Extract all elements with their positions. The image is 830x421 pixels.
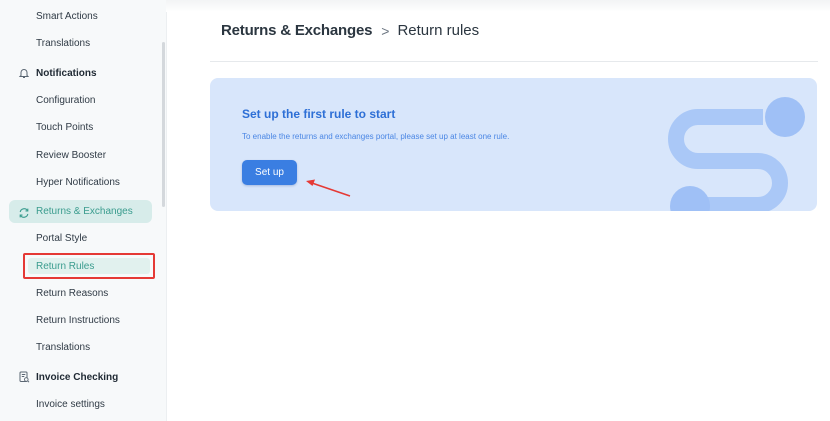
sidebar-item-portal-style[interactable]: Portal Style — [36, 233, 87, 244]
sidebar-section-returns-exchanges[interactable]: Returns & Exchanges — [9, 200, 152, 223]
sidebar-section-label: Notifications — [36, 67, 97, 79]
sidebar-item-review-booster[interactable]: Review Booster — [36, 150, 106, 161]
bell-icon — [18, 67, 30, 79]
sidebar-section-label: Returns & Exchanges — [36, 206, 133, 217]
breadcrumb-parent-link[interactable]: Returns & Exchanges — [221, 22, 372, 39]
sidebar: Smart Actions Translations Notifications… — [0, 0, 167, 421]
page-title: Return rules — [397, 22, 480, 39]
sidebar-scrollbar[interactable] — [162, 42, 165, 207]
invoice-check-icon — [18, 371, 30, 383]
sidebar-item-label: Return Rules — [36, 261, 95, 272]
header-divider — [210, 61, 818, 62]
sidebar-item-return-reasons[interactable]: Return Reasons — [36, 288, 108, 299]
sidebar-item-translations-returns[interactable]: Translations — [36, 342, 90, 353]
sidebar-section-invoice-checking[interactable]: Invoice Checking — [18, 371, 118, 383]
sync-icon — [18, 206, 30, 218]
empty-state-description: To enable the returns and exchanges port… — [242, 132, 510, 141]
breadcrumb: Returns & Exchanges > Return rules — [221, 22, 479, 39]
sidebar-item-return-rules[interactable]: Return Rules — [23, 253, 155, 279]
sidebar-item-touch-points[interactable]: Touch Points — [36, 122, 93, 133]
sidebar-item-return-instructions[interactable]: Return Instructions — [36, 315, 120, 326]
empty-state-title: Set up the first rule to start — [242, 107, 396, 121]
sidebar-item-invoice-settings[interactable]: Invoice settings — [36, 399, 105, 410]
header-shadow — [166, 0, 830, 12]
sidebar-section-notifications[interactable]: Notifications — [18, 67, 97, 79]
annotation-arrow-icon — [306, 179, 351, 197]
sidebar-item-configuration[interactable]: Configuration — [36, 95, 95, 106]
sidebar-item-translations[interactable]: Translations — [36, 38, 90, 49]
sidebar-item-smart-actions[interactable]: Smart Actions — [36, 11, 98, 22]
sidebar-section-label: Invoice Checking — [36, 371, 119, 383]
decorative-path-illustration — [668, 97, 805, 211]
breadcrumb-separator: > — [381, 22, 390, 39]
sidebar-item-hyper-notifications[interactable]: Hyper Notifications — [36, 177, 120, 188]
setup-button[interactable]: Set up — [242, 160, 297, 185]
